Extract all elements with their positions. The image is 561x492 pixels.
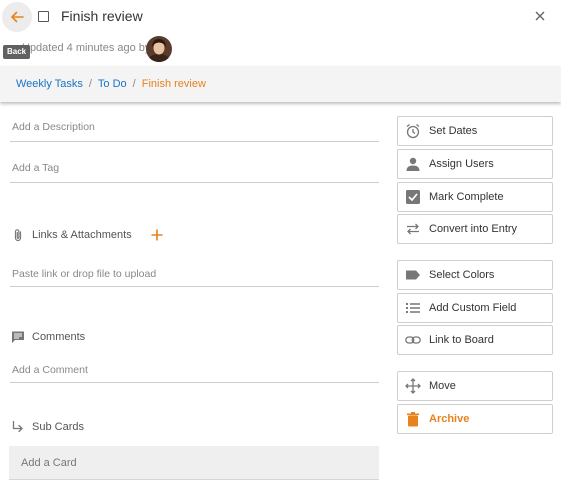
add-custom-field-label: Add Custom Field xyxy=(429,302,517,314)
updated-timestamp: Updated 4 minutes ago by xyxy=(22,42,151,54)
comments-section-title: Comments xyxy=(11,330,85,344)
close-icon xyxy=(535,11,545,21)
subcards-section-title: Sub Cards xyxy=(11,420,84,434)
arrow-left-icon xyxy=(11,11,24,23)
add-custom-field-button[interactable]: Add Custom Field xyxy=(397,293,553,323)
plus-icon xyxy=(151,229,163,241)
add-card-input[interactable]: Add a Card xyxy=(9,446,379,480)
archive-button[interactable]: Archive xyxy=(397,404,553,434)
set-dates-label: Set Dates xyxy=(429,125,478,137)
list-icon xyxy=(404,299,422,317)
select-colors-label: Select Colors xyxy=(429,269,495,281)
close-button[interactable] xyxy=(532,8,548,24)
move-arrows-icon xyxy=(404,377,422,395)
link-to-board-label: Link to Board xyxy=(429,334,494,346)
links-title-label: Links & Attachments xyxy=(32,229,132,241)
move-button[interactable]: Move xyxy=(397,371,553,401)
select-colors-button[interactable]: Select Colors xyxy=(397,260,553,290)
link-icon xyxy=(404,331,422,349)
breadcrumb-separator: / xyxy=(88,78,92,90)
link-upload-field[interactable]: Paste link or drop file to upload xyxy=(10,268,379,287)
add-link-button[interactable] xyxy=(150,228,164,242)
card-title[interactable]: Finish review xyxy=(61,8,143,24)
checkbox-icon xyxy=(404,188,422,206)
links-section-title: Links & Attachments xyxy=(11,228,132,242)
back-tooltip: Back xyxy=(3,45,31,59)
convert-entry-button[interactable]: Convert into Entry xyxy=(397,214,553,244)
convert-entry-label: Convert into Entry xyxy=(429,223,518,235)
tag-field[interactable]: Add a Tag xyxy=(10,162,379,183)
trash-icon xyxy=(404,410,422,428)
link-to-board-button[interactable]: Link to Board xyxy=(397,325,553,355)
breadcrumb-board[interactable]: Weekly Tasks xyxy=(16,78,83,90)
set-dates-button[interactable]: Set Dates xyxy=(397,116,553,146)
assign-users-button[interactable]: Assign Users xyxy=(397,149,553,179)
subcards-title-label: Sub Cards xyxy=(32,421,84,433)
breadcrumb-card: Finish review xyxy=(141,78,206,90)
card-header: Updated 4 minutes ago by Back Finish rev… xyxy=(0,0,561,66)
mark-complete-button[interactable]: Mark Complete xyxy=(397,182,553,212)
archive-label: Archive xyxy=(429,413,470,425)
breadcrumb: Weekly Tasks / To Do / Finish review xyxy=(0,66,561,102)
assign-users-label: Assign Users xyxy=(429,158,494,170)
comment-field[interactable]: Add a Comment xyxy=(10,364,379,383)
tag-label-icon xyxy=(404,266,422,284)
back-button[interactable] xyxy=(2,2,32,32)
person-icon xyxy=(404,155,422,173)
subdirectory-arrow-icon xyxy=(12,420,23,433)
breadcrumb-separator: / xyxy=(132,78,136,90)
alarm-clock-icon xyxy=(404,122,422,140)
comments-title-label: Comments xyxy=(32,331,86,343)
comment-icon xyxy=(12,331,24,343)
swap-arrows-icon xyxy=(404,220,422,238)
paperclip-icon xyxy=(14,229,22,242)
mark-complete-label: Mark Complete xyxy=(429,191,504,203)
complete-checkbox[interactable] xyxy=(38,11,49,22)
user-avatar-icon xyxy=(146,36,172,62)
move-label: Move xyxy=(429,380,456,392)
description-field[interactable]: Add a Description xyxy=(10,121,379,142)
breadcrumb-list[interactable]: To Do xyxy=(98,78,127,90)
avatar[interactable] xyxy=(146,36,172,62)
